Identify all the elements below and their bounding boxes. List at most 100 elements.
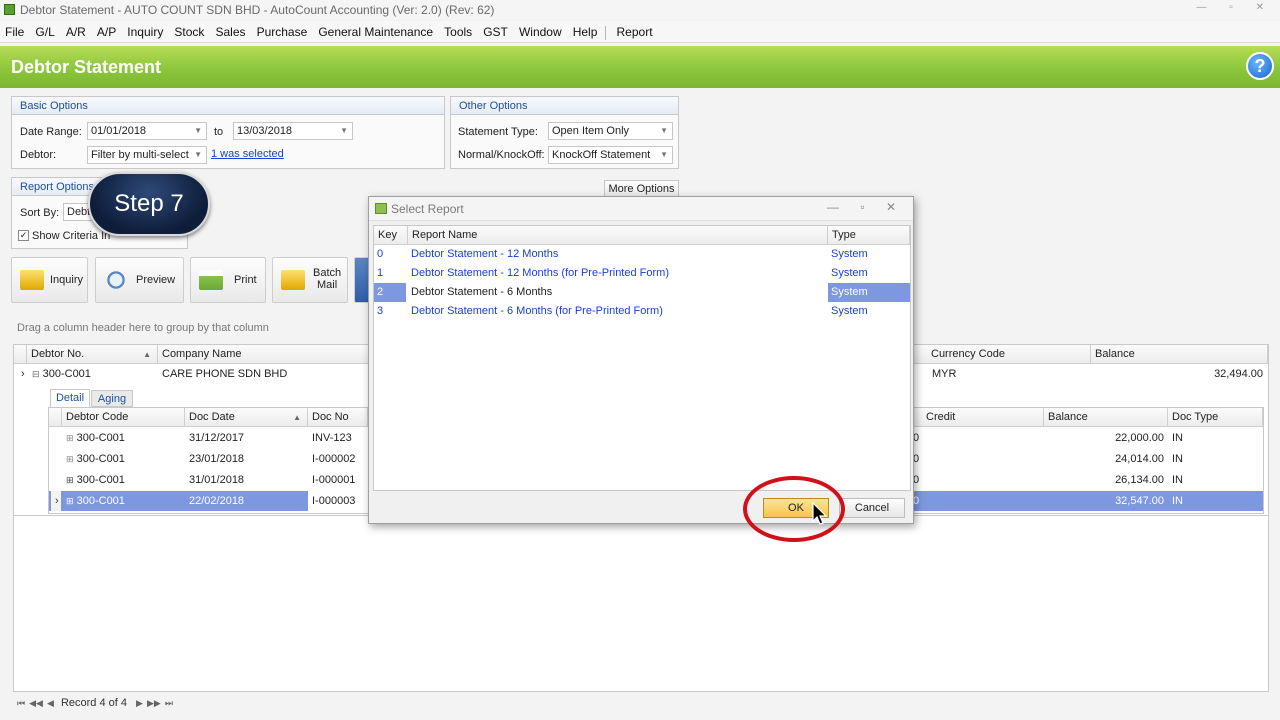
page-title: Debtor Statement (11, 57, 162, 77)
column-key[interactable]: Key (374, 226, 408, 245)
grid-indicator-column (14, 345, 27, 364)
report-key: 0 (377, 248, 384, 260)
row-indicator-icon: › (51, 491, 61, 511)
master-debtor-no: 300-C001 (42, 368, 91, 380)
next-page-icon[interactable]: ▶▶ (147, 694, 161, 712)
report-row[interactable]: 0 Debtor Statement - 12 Months System (374, 245, 910, 264)
window-title-bar: Debtor Statement - AUTO COUNT SDN BHD - … (0, 0, 1280, 20)
statement-type-value: Open Item Only (552, 125, 630, 137)
menu-help[interactable]: Help (570, 21, 601, 43)
chevron-down-icon[interactable]: ▼ (340, 123, 348, 139)
inquiry-button[interactable]: Inquiry (11, 257, 88, 303)
menu-report[interactable]: Report (614, 21, 656, 43)
row-doc-date: 23/01/2018 (189, 453, 245, 465)
date-from-value: 01/01/2018 (91, 125, 147, 137)
prev-page-icon[interactable]: ◀◀ (29, 694, 43, 712)
collapse-icon[interactable]: ⊟ (32, 369, 40, 379)
date-to-value: 13/03/2018 (237, 125, 293, 137)
menu-inquiry[interactable]: Inquiry (124, 21, 166, 43)
menu-purchase[interactable]: Purchase (254, 21, 311, 43)
row-doc-date: 31/01/2018 (189, 474, 245, 486)
column-detail-balance[interactable]: Balance (1044, 408, 1168, 427)
prev-record-icon[interactable]: ◀ (47, 694, 54, 712)
report-row-selected[interactable]: 2 Debtor Statement - 6 Months System (374, 283, 910, 302)
chevron-down-icon[interactable]: ▼ (194, 147, 202, 163)
expand-icon[interactable]: ⊞ (66, 454, 74, 464)
print-button[interactable]: Print (190, 257, 266, 303)
batch-mail-button[interactable]: Batch Mail (272, 257, 348, 303)
preview-button[interactable]: Preview (95, 257, 184, 303)
help-icon[interactable]: ? (1246, 52, 1274, 80)
dialog-title-bar[interactable]: Select Report — ▫ ✕ (369, 197, 913, 221)
chevron-down-icon[interactable]: ▼ (660, 147, 668, 163)
menu-gst[interactable]: GST (480, 21, 511, 43)
menu-ap[interactable]: A/P (94, 21, 119, 43)
column-balance[interactable]: Balance (1091, 345, 1268, 364)
column-credit[interactable]: Credit (922, 408, 1044, 427)
inquiry-icon (20, 270, 44, 290)
report-row[interactable]: 3 Debtor Statement - 6 Months (for Pre-P… (374, 302, 910, 321)
column-debtor-code[interactable]: Debtor Code (62, 408, 185, 427)
column-debtor-no[interactable]: Debtor No. ▲ (27, 345, 158, 364)
chevron-down-icon[interactable]: ▼ (194, 123, 202, 139)
tab-detail[interactable]: Detail (50, 389, 90, 407)
first-record-icon[interactable]: ⏮ (17, 694, 25, 712)
column-currency-code[interactable]: Currency Code (927, 345, 1091, 364)
report-key: 2 (374, 283, 406, 302)
debtor-filter-select[interactable]: Filter by multi-select ▼ (87, 146, 207, 164)
column-doc-no[interactable]: Doc No (308, 408, 368, 427)
app-icon (4, 4, 15, 15)
sort-by-label: Sort By: (20, 207, 60, 219)
statement-type-label: Statement Type: (458, 126, 538, 138)
report-type: System (828, 283, 910, 302)
expand-icon[interactable]: ⊞ (66, 433, 74, 443)
menu-separator (605, 26, 607, 41)
report-list-header: Key Report Name Type (374, 226, 910, 245)
column-report-name[interactable]: Report Name (408, 226, 828, 245)
row-debtor-code: 300-C001 (76, 474, 125, 486)
master-row[interactable]: ⊟ 300-C001 (28, 364, 158, 384)
selected-debtors-link[interactable]: 1 was selected (211, 148, 284, 160)
window-controls[interactable]: — ▫ ✕ (1197, 2, 1274, 13)
show-criteria-checkbox[interactable]: ✓ (18, 230, 29, 241)
report-name: Debtor Statement - 6 Months (411, 286, 553, 298)
column-doc-date[interactable]: Doc Date ▲ (185, 408, 308, 427)
debtor-label: Debtor: (20, 149, 57, 161)
menu-ar[interactable]: A/R (63, 21, 89, 43)
group-by-hint: Drag a column header here to group by th… (17, 322, 269, 334)
tab-aging[interactable]: Aging (91, 390, 133, 407)
menu-window[interactable]: Window (516, 21, 565, 43)
statement-type-select[interactable]: Open Item Only ▼ (548, 122, 673, 140)
next-record-icon[interactable]: ▶ (136, 694, 143, 712)
report-row[interactable]: 1 Debtor Statement - 12 Months (for Pre-… (374, 264, 910, 283)
menu-file[interactable]: File (2, 21, 27, 43)
last-record-icon[interactable]: ⏭ (165, 694, 173, 712)
column-doc-type[interactable]: Doc Type (1168, 408, 1263, 427)
debtor-filter-value: Filter by multi-select (91, 149, 189, 161)
expand-icon[interactable]: ⊞ (66, 475, 74, 485)
menu-sales[interactable]: Sales (212, 21, 248, 43)
cancel-button[interactable]: Cancel (839, 498, 905, 518)
row-debtor-code: 300-C001 (76, 432, 125, 444)
sort-asc-icon: ▲ (293, 413, 301, 422)
master-company: CARE PHONE SDN BHD (162, 368, 288, 380)
column-type[interactable]: Type (828, 226, 910, 245)
row-doc-no: I-000002 (312, 453, 356, 465)
menu-general-maintenance[interactable]: General Maintenance (315, 21, 436, 43)
date-to-field[interactable]: 13/03/2018 ▼ (233, 122, 353, 140)
row-debtor-code: 300-C001 (76, 453, 125, 465)
record-count: Record 4 of 4 (60, 697, 127, 709)
row-doc-type: IN (1172, 474, 1183, 486)
knockoff-select[interactable]: KnockOff Statement ▼ (548, 146, 673, 164)
chevron-down-icon[interactable]: ▼ (660, 123, 668, 139)
printer-icon (199, 270, 223, 290)
dialog-window-controls[interactable]: — ▫ ✕ (827, 200, 905, 214)
menu-gl[interactable]: G/L (32, 21, 57, 43)
menu-stock[interactable]: Stock (171, 21, 207, 43)
menu-tools[interactable]: Tools (441, 21, 475, 43)
expand-icon[interactable]: ⊞ (66, 496, 74, 506)
report-type: System (831, 248, 868, 260)
highlight-circle (743, 476, 845, 542)
date-from-field[interactable]: 01/01/2018 ▼ (87, 122, 207, 140)
row-expand-arrow-icon[interactable]: › (17, 364, 27, 384)
